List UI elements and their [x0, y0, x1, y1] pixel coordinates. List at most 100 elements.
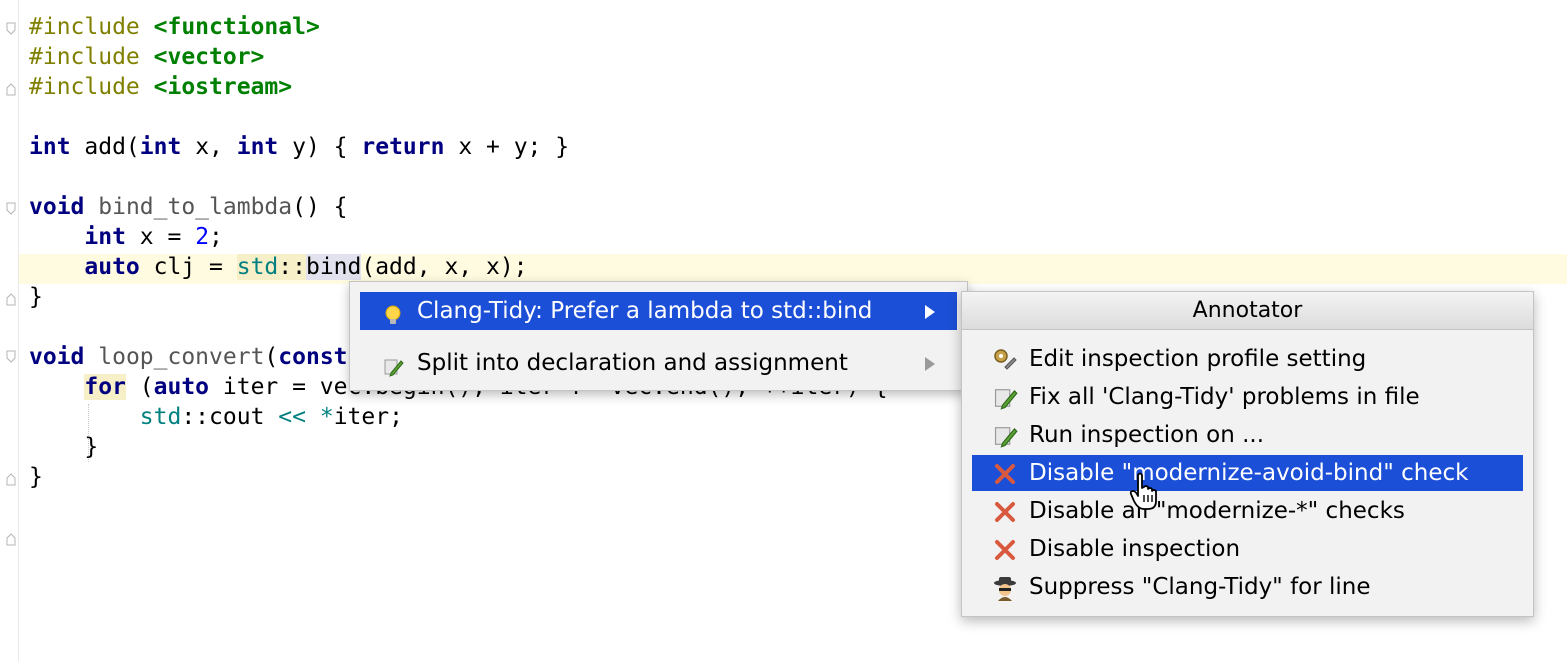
code-line: }	[29, 282, 43, 312]
pencil-icon	[992, 423, 1018, 449]
fold-marker[interactable]	[6, 22, 16, 36]
code-line: #include <iostream>	[29, 72, 292, 102]
fold-marker[interactable]	[6, 532, 16, 546]
annotator-item-label: Edit inspection profile setting	[1029, 346, 1367, 372]
code-line: void bind_to_lambda() {	[29, 192, 348, 222]
code-text: (	[264, 344, 279, 370]
code-text: () {	[292, 194, 348, 220]
annotator-item-edit-profile[interactable]: Edit inspection profile setting	[972, 341, 1523, 377]
fold-marker[interactable]	[6, 472, 16, 486]
annotator-item-disable-inspection[interactable]: Disable inspection	[972, 531, 1523, 567]
code-text: x,	[181, 134, 237, 160]
code-text: iter = vec	[209, 374, 362, 400]
operator: <<	[278, 404, 306, 430]
annotator-item-fix-all[interactable]: Fix all 'Clang-Tidy' problems in file	[972, 379, 1523, 415]
preprocessor-directive: #include	[29, 14, 154, 40]
intention-label: Split into declaration and assignment	[417, 350, 848, 376]
fold-marker[interactable]	[6, 202, 16, 216]
red-x-icon	[992, 461, 1018, 487]
keyword: int	[29, 134, 71, 160]
namespace: std	[139, 404, 182, 430]
keyword: int	[84, 224, 126, 250]
fold-marker[interactable]	[6, 350, 16, 364]
red-x-icon	[992, 537, 1018, 563]
submenu-arrow-icon	[925, 305, 935, 319]
spy-icon	[992, 575, 1018, 601]
submenu-arrow-icon	[925, 357, 935, 371]
operator: *	[319, 404, 334, 430]
annotator-item-label: Disable inspection	[1029, 536, 1241, 562]
intention-item-split-declaration[interactable]: Split into declaration and assignment	[360, 344, 957, 382]
function-name: loop_convert	[98, 344, 265, 370]
preprocessor-directive: #include	[29, 74, 154, 100]
code-text: }	[29, 284, 43, 310]
include-path: <functional>	[153, 14, 320, 40]
bind-call[interactable]: bind	[305, 254, 362, 280]
code-line: }	[29, 432, 98, 462]
code-text: ;	[209, 224, 223, 250]
code-text: y) {	[278, 134, 362, 160]
keyword: auto	[84, 254, 140, 280]
intention-label: Clang-Tidy: Prefer a lambda to std::bind	[417, 298, 873, 324]
code-text: (	[125, 374, 154, 400]
code-text: }	[29, 434, 99, 460]
function-name: bind_to_lambda	[98, 194, 293, 220]
keyword: void	[29, 344, 85, 370]
preprocessor-directive: #include	[29, 44, 154, 70]
include-path: <iostream>	[153, 74, 293, 100]
fold-marker[interactable]	[6, 292, 16, 306]
code-line: }	[29, 462, 43, 492]
annotator-item-label: Run inspection on ...	[1029, 422, 1265, 448]
code-text: ::cout	[181, 404, 279, 430]
code-text: x =	[125, 224, 196, 250]
number-literal: 2	[195, 224, 210, 250]
keyword: void	[29, 194, 85, 220]
code-text: x + y; }	[444, 134, 570, 160]
keyword: return	[361, 134, 445, 160]
code-line: #include <vector>	[29, 42, 264, 72]
code-text: (add, x, x);	[361, 254, 528, 280]
code-line: #include <functional>	[29, 12, 320, 42]
code-line: void loop_convert(const s	[29, 342, 375, 372]
intention-item-clang-tidy[interactable]: Clang-Tidy: Prefer a lambda to std::bind	[360, 292, 957, 330]
red-x-icon	[992, 499, 1018, 525]
code-line: int x = 2;	[29, 222, 223, 252]
code-text: clj =	[139, 254, 237, 280]
keyword: int	[236, 134, 279, 160]
code-text: add(	[70, 134, 140, 160]
keyword: auto	[153, 374, 210, 400]
pencil-icon	[992, 385, 1018, 411]
lightbulb-icon	[382, 300, 404, 324]
keyword: int	[139, 134, 182, 160]
intention-actions-popup: Clang-Tidy: Prefer a lambda to std::bind…	[349, 281, 968, 391]
code-text: iter;	[333, 404, 403, 430]
include-path: <vector>	[153, 44, 265, 70]
editor-gutter	[0, 0, 19, 661]
namespace-warning[interactable]: std	[236, 254, 279, 280]
annotator-item-disable-check[interactable]: Disable "modernize-avoid-bind" check	[972, 455, 1523, 491]
annotator-item-run-inspection[interactable]: Run inspection on ...	[972, 417, 1523, 453]
annotator-submenu: Annotator Edit inspection profile settin…	[961, 291, 1534, 617]
code-line: std::cout << *iter;	[29, 402, 403, 432]
wrench-gear-icon	[992, 347, 1018, 373]
code-line: int add(int x, int y) { return x + y; }	[29, 132, 569, 162]
code-text: }	[29, 464, 43, 490]
annotator-item-label: Suppress "Clang-Tidy" for line	[1029, 574, 1371, 600]
annotator-item-suppress[interactable]: Suppress "Clang-Tidy" for line	[972, 569, 1523, 605]
annotator-item-label: Disable all "modernize-*" checks	[1029, 498, 1405, 524]
annotator-item-label: Disable "modernize-avoid-bind" check	[1029, 460, 1469, 486]
annotator-title: Annotator	[962, 292, 1533, 330]
code-line-current: auto clj = std::bind(add, x, x);	[29, 252, 528, 282]
pencil-icon	[382, 352, 404, 377]
keyword: const	[278, 344, 348, 370]
annotator-item-disable-all-checks[interactable]: Disable all "modernize-*" checks	[972, 493, 1523, 529]
hand-cursor-icon	[1128, 471, 1162, 511]
fold-marker[interactable]	[6, 82, 16, 96]
